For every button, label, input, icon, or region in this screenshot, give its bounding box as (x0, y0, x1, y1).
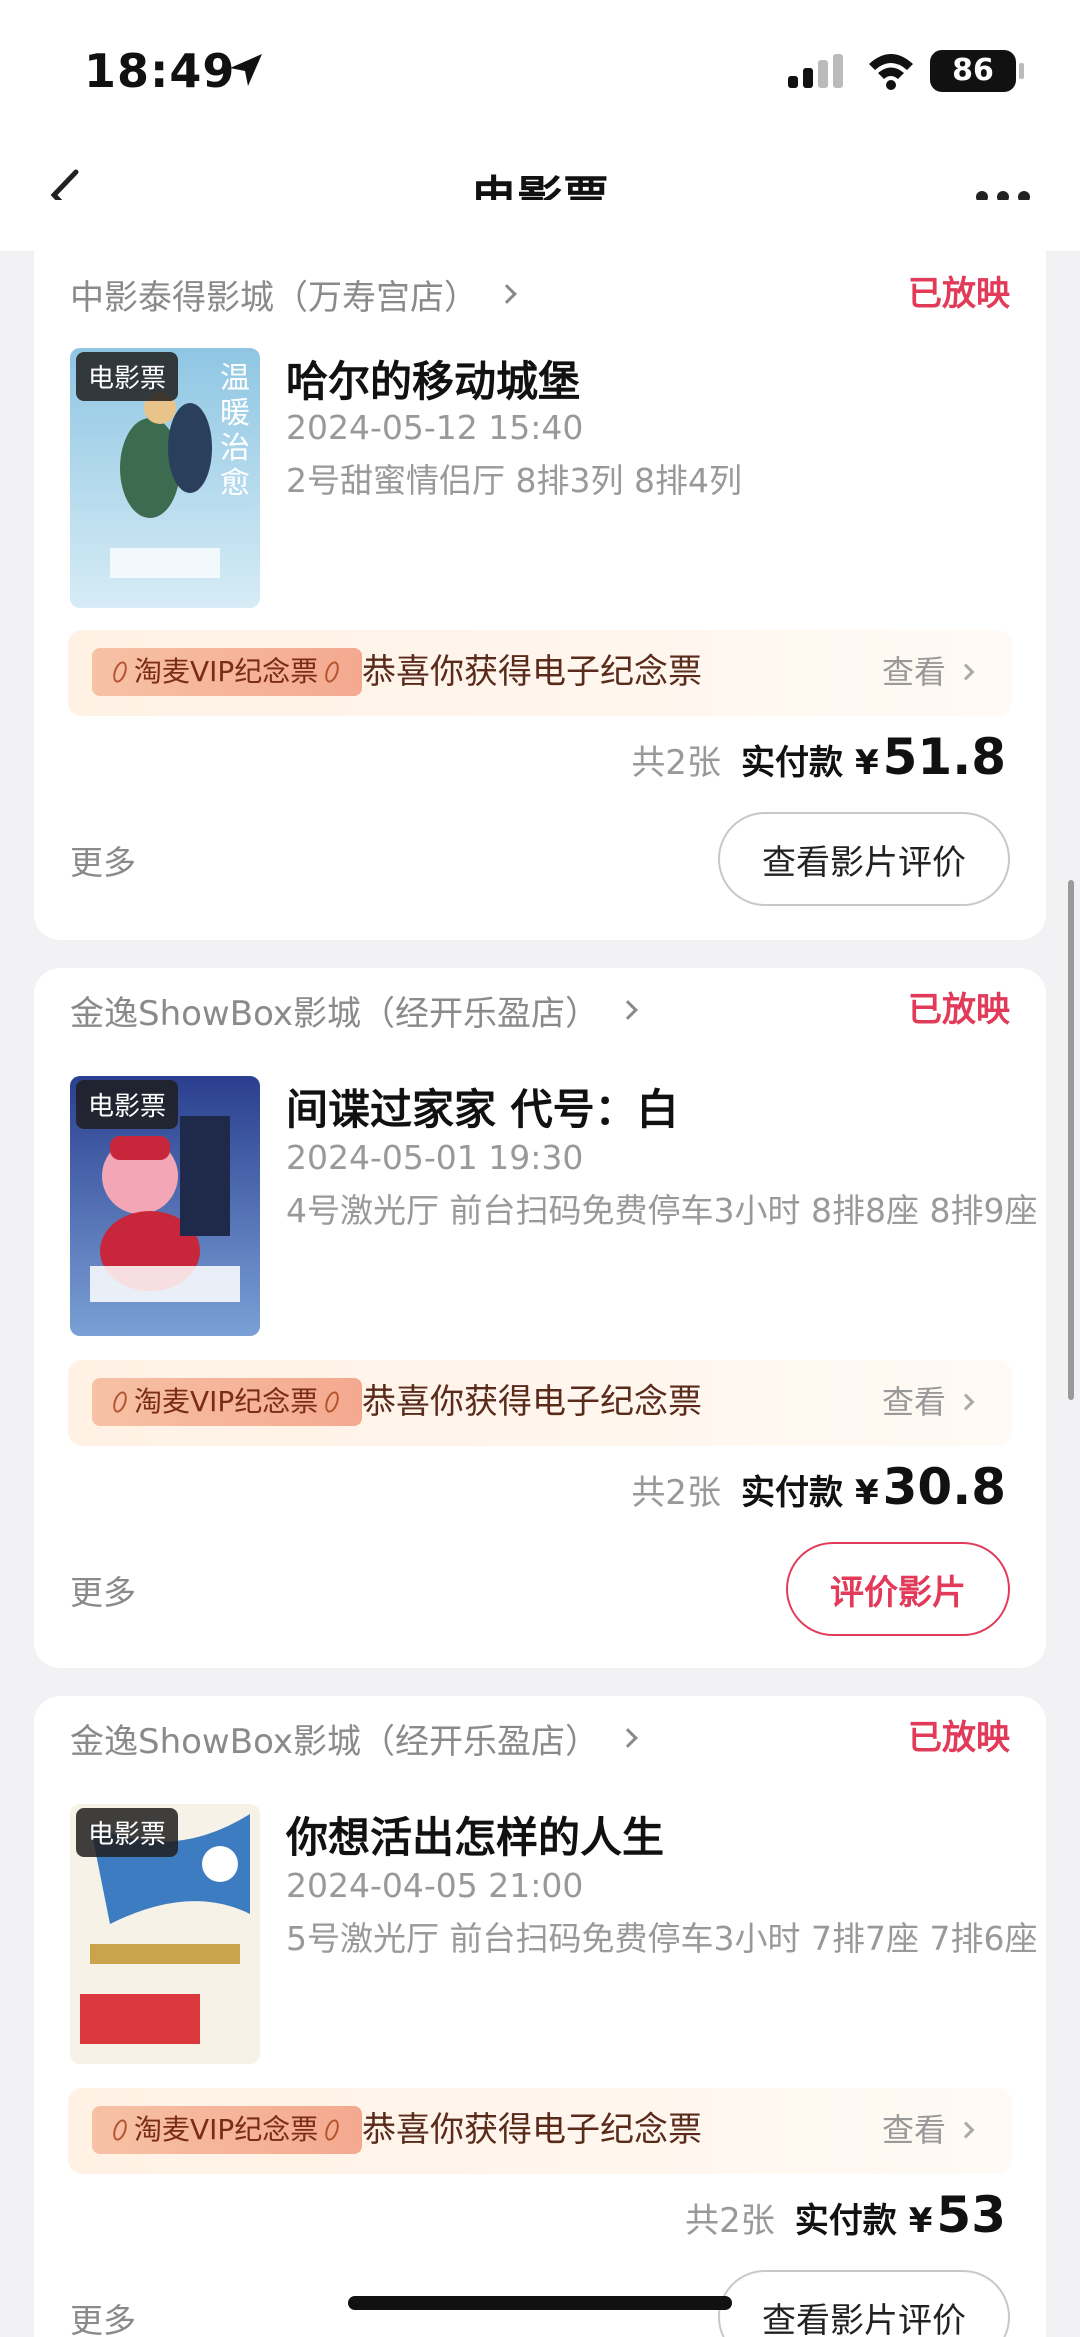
show-time: 2024-05-12 15:40 (286, 408, 584, 447)
seat-info: 4号激光厅 前台扫码免费停车3小时 8排8座 8排9座 (286, 1191, 1038, 1230)
paid-amount: 51.8 (882, 728, 1006, 786)
review-movie-button[interactable]: 评价影片 (786, 1542, 1010, 1636)
cinema-link[interactable]: 中影泰得影城（万寿宫店） (70, 264, 517, 324)
order-card[interactable]: 金逸ShowBox影城（经开乐盈店） 已放映 电影票 你想活出怎样的人生 202… (34, 1696, 1046, 2337)
svg-text:愈: 愈 (220, 466, 250, 501)
order-card[interactable]: 中影泰得影城（万寿宫店） 已放映 温 暖 治 愈 电影票 哈尔的移动城堡 202… (34, 200, 1046, 940)
ticket-count: 共2张 (685, 2201, 775, 2241)
show-time: 2024-05-01 19:30 (286, 1138, 584, 1177)
status-badge: 已放映 (908, 1718, 1010, 1758)
seat-info: 2号甜蜜情侣厅 8排3列 8排4列 (286, 461, 742, 500)
vip-badge: 淘麦VIP纪念票 (92, 648, 363, 696)
poster-tag: 电影票 (76, 1808, 179, 1857)
leaf-icon (322, 2117, 342, 2143)
location-arrow-icon (230, 54, 262, 86)
chevron-right-icon (497, 284, 517, 304)
vip-souvenir-banner[interactable]: 淘麦VIP纪念票 恭喜你获得电子纪念票 查看 (68, 2088, 1012, 2174)
ticket-count: 共2张 (631, 743, 721, 783)
vip-view-link[interactable]: 查看 (882, 1378, 975, 1426)
battery-indicator: 86 (930, 50, 1024, 92)
svg-text:温: 温 (220, 361, 250, 396)
cinema-name: 金逸ShowBox影城（经开乐盈店） (70, 1721, 599, 1762)
view-review-button[interactable]: 查看影片评价 (718, 812, 1010, 906)
leaf-icon (110, 659, 130, 685)
view-review-button[interactable]: 查看影片评价 (718, 2270, 1010, 2337)
payment-summary: 共2张 实付款 ¥ 51.8 (631, 728, 1006, 798)
status-badge: 已放映 (908, 990, 1010, 1030)
payment-summary: 共2张 实付款 ¥ 53 (685, 2186, 1006, 2256)
vip-souvenir-banner[interactable]: 淘麦VIP纪念票 恭喜你获得电子纪念票 查看 (68, 630, 1012, 716)
wifi-icon (869, 54, 913, 90)
more-link[interactable]: 更多 (70, 1566, 136, 1614)
payment-summary: 共2张 实付款 ¥ 30.8 (631, 1458, 1006, 1528)
movie-poster[interactable]: 温 暖 治 愈 电影票 (70, 348, 260, 608)
scrollbar[interactable] (1068, 880, 1074, 1400)
currency-symbol: ¥ (854, 1473, 879, 1513)
seat-info: 5号激光厅 前台扫码免费停车3小时 7排7座 7排6座 (286, 1919, 1038, 1958)
cinema-link[interactable]: 金逸ShowBox影城（经开乐盈店） (70, 1708, 638, 1768)
poster-tag: 电影票 (76, 352, 179, 401)
order-card[interactable]: 金逸ShowBox影城（经开乐盈店） 已放映 电影票 间谍过家家 代号：白 20… (34, 968, 1046, 1668)
movie-title: 你想活出怎样的人生 (286, 1813, 665, 1862)
status-time: 18:49 (84, 44, 236, 98)
leaf-icon (110, 2117, 130, 2143)
vip-message: 恭喜你获得电子纪念票 (362, 652, 702, 692)
cellular-signal-icon (788, 54, 843, 88)
chevron-right-icon (957, 1393, 975, 1411)
status-bar: 18:49 86 (0, 0, 1080, 140)
leaf-icon (110, 1389, 130, 1415)
movie-poster[interactable]: 电影票 (70, 1076, 260, 1336)
vip-badge: 淘麦VIP纪念票 (92, 1378, 363, 1426)
show-time: 2024-04-05 21:00 (286, 1866, 584, 1905)
cinema-link[interactable]: 金逸ShowBox影城（经开乐盈店） (70, 980, 638, 1040)
cinema-name: 中影泰得影城（万寿宫店） (70, 277, 478, 318)
currency-symbol: ¥ (854, 743, 879, 783)
vip-view-link[interactable]: 查看 (882, 2106, 975, 2154)
poster-tag: 电影票 (76, 1080, 179, 1129)
movie-title: 间谍过家家 代号：白 (286, 1085, 679, 1134)
chevron-right-icon (618, 1728, 638, 1748)
vip-message: 恭喜你获得电子纪念票 (362, 1382, 702, 1422)
leaf-icon (322, 659, 342, 685)
chevron-right-icon (957, 2121, 975, 2139)
chevron-right-icon (957, 663, 975, 681)
vip-message: 恭喜你获得电子纪念票 (362, 2110, 702, 2150)
vip-badge: 淘麦VIP纪念票 (92, 2106, 363, 2154)
paid-amount: 30.8 (882, 1458, 1006, 1516)
paid-amount: 53 (936, 2186, 1006, 2244)
paid-label: 实付款 (794, 2201, 897, 2241)
movie-poster[interactable]: 电影票 (70, 1804, 260, 2064)
movie-title: 哈尔的移动城堡 (286, 357, 581, 406)
paid-label: 实付款 (740, 1473, 843, 1513)
cinema-name: 金逸ShowBox影城（经开乐盈店） (70, 993, 599, 1034)
chevron-right-icon (618, 1000, 638, 1020)
vip-souvenir-banner[interactable]: 淘麦VIP纪念票 恭喜你获得电子纪念票 查看 (68, 1360, 1012, 1446)
vip-view-link[interactable]: 查看 (882, 648, 975, 696)
more-link[interactable]: 更多 (70, 2294, 136, 2337)
status-badge: 已放映 (908, 274, 1010, 314)
home-indicator[interactable] (348, 2296, 732, 2310)
paid-label: 实付款 (740, 743, 843, 783)
ticket-count: 共2张 (631, 1473, 721, 1513)
svg-text:暖: 暖 (220, 396, 250, 431)
more-link[interactable]: 更多 (70, 836, 136, 884)
svg-text:治: 治 (220, 431, 250, 466)
leaf-icon (322, 1389, 342, 1415)
currency-symbol: ¥ (908, 2201, 933, 2241)
